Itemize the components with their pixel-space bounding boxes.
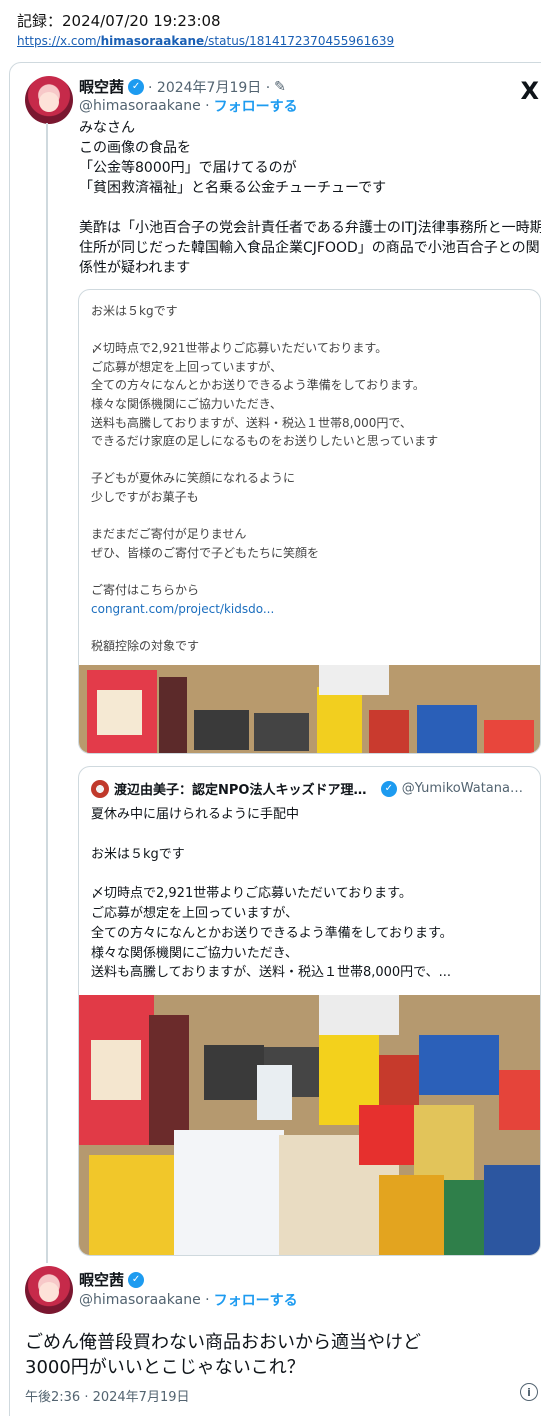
reply-handle-row: @himasoraakane · フォローする [79,1290,298,1310]
record-link-user: himasoraakane [100,34,205,48]
quoted-avatar [91,779,109,798]
reply-timestamp[interactable]: 午後2:36 · 2024年7月19日 [25,1386,190,1405]
thread-line [46,123,48,1263]
edit-pencil-icon: ✎ [274,78,286,95]
x-logo-icon[interactable]: X [520,77,539,105]
record-link-prefix: https://x.com/ [17,34,101,48]
reply-author-name[interactable]: 暇空茜 [79,1269,124,1290]
tweet-card: 暇空茜 ✓ · 2024年7月19日 · ✎ @himasoraakane · … [9,62,541,1416]
avatar[interactable] [25,76,73,124]
donation-link[interactable]: congrant.com/project/kidsdo... [91,602,274,616]
quoted-tweet-text: 夏休み中に届けられるように手配中 お米は５kgです 〆切時点で2,921世帯より… [91,807,453,981]
author-name[interactable]: 暇空茜 [79,76,124,97]
reply-author-row: 暇空茜 ✓ [79,1269,145,1290]
handle-row: @himasoraakane · フォローする [79,96,298,116]
tweet-date[interactable]: · 2024年7月19日 · [148,77,270,97]
verified-badge-icon: ✓ [128,1271,145,1288]
quoted-tweet[interactable]: 渡辺由美子：認定NPO法人キッズドア理事長 ✓ @YumikoWatanabe_… [78,766,541,1256]
quoted-author-handle: @YumikoWatanabe_ [401,781,531,796]
info-icon[interactable]: i [520,1383,538,1401]
record-link-suffix: /status/1814172370455961639 [204,34,395,48]
quoted-author-name: 渡辺由美子：認定NPO法人キッズドア理事長 [114,783,376,798]
quoted-food-photo [79,995,540,1255]
record-link[interactable]: https://x.com/himasoraakane/status/18141… [17,34,394,48]
reply-tweet-text: ごめん俺普段買わない商品おおいから適当やけど 3000円がいいとこじゃないこれ？ [25,1332,421,1378]
record-header: 記録：2024/07/20 19:23:08 [17,12,221,30]
embedded-image-footer: 税額控除の対象です [91,638,200,653]
tweet-text: みなさん この画像の食品を 「公金等8000円」で届けてるのが 「貧困救済福祉」… [79,120,541,276]
embedded-image-card[interactable]: お米は５kgです 〆切時点で2,921世帯よりご応募いただいております。 ご応募… [78,289,541,754]
verified-badge-icon: ✓ [380,780,397,797]
reply-follow-button[interactable]: フォローする [214,1290,298,1310]
embedded-image-text: お米は５kgです 〆切時点で2,921世帯よりご応募いただいております。 ご応募… [91,302,531,655]
author-row: 暇空茜 ✓ · 2024年7月19日 · ✎ [79,76,286,97]
reply-author-handle[interactable]: @himasoraakane · [79,1292,210,1308]
verified-badge-icon: ✓ [128,78,145,95]
reply-avatar[interactable] [25,1266,73,1314]
food-photo-thumbnail [79,665,540,753]
embedded-image-body: お米は５kgです 〆切時点で2,921世帯よりご応募いただいております。 ご応募… [91,304,439,597]
follow-button[interactable]: フォローする [214,96,298,116]
author-handle[interactable]: @himasoraakane · [79,98,210,114]
quoted-tweet-header: 渡辺由美子：認定NPO法人キッズドア理事長 ✓ @YumikoWatanabe_ [91,779,531,798]
